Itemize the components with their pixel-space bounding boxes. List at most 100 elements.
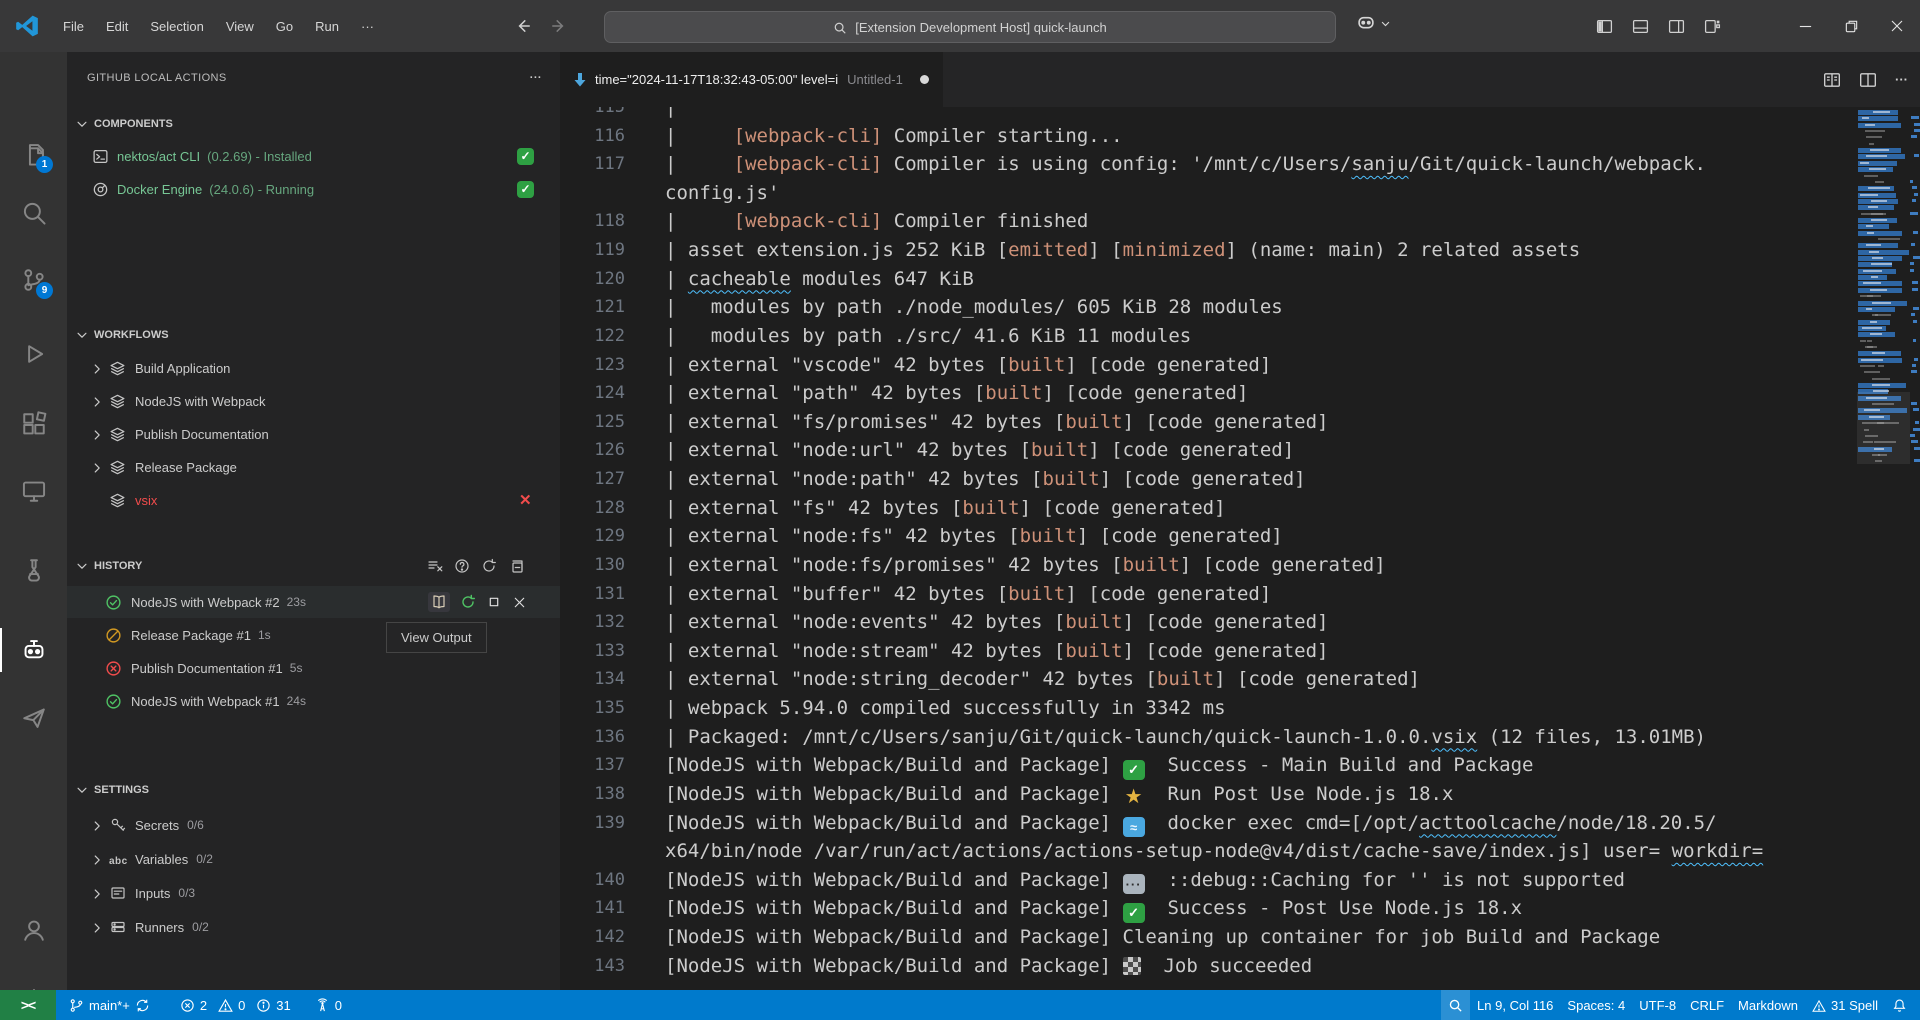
activitybar-search-icon[interactable] xyxy=(0,189,67,237)
menu-edit[interactable]: Edit xyxy=(95,13,139,40)
activitybar-paper-plane-icon[interactable] xyxy=(0,694,67,742)
component-item[interactable]: nektos/act CLI(0.2.69) - Installed✓ xyxy=(67,141,560,171)
layers-icon xyxy=(109,425,126,442)
minimap-slider[interactable] xyxy=(1857,392,1910,464)
history-refresh-icon[interactable] xyxy=(481,558,497,574)
workflow-error-x-icon[interactable]: ✕ xyxy=(519,491,532,509)
line-text: | cacheable modules 647 KiB xyxy=(665,265,974,294)
modified-dot-icon[interactable] xyxy=(920,75,929,84)
split-editor-icon[interactable] xyxy=(1859,71,1877,89)
history-help-icon[interactable] xyxy=(454,558,470,574)
editor-line: 118| [webpack-cli] Compiler finished xyxy=(560,207,1920,236)
component-item[interactable]: Docker Engine(24.0.6) - Running✓ xyxy=(67,174,560,204)
open-preview-icon[interactable] xyxy=(1823,71,1841,89)
section-header-components[interactable]: COMPONENTS xyxy=(67,112,560,136)
settings-count: 0/3 xyxy=(178,886,195,900)
menu-selection[interactable]: Selection xyxy=(139,13,214,40)
go-forward-icon[interactable] xyxy=(550,17,568,35)
go-back-icon[interactable] xyxy=(514,17,532,35)
activitybar-github-local-actions-robot-icon[interactable] xyxy=(0,626,67,674)
component-checked-checkbox[interactable]: ✓ xyxy=(517,181,534,198)
spell-checker-status[interactable]: 31 Spell xyxy=(1805,990,1885,1020)
workflow-item[interactable]: vsix✕ xyxy=(67,485,560,515)
branch-status-item[interactable]: main*+ xyxy=(62,990,157,1020)
editor-pane[interactable]: 115|116| [webpack-cli] Compiler starting… xyxy=(560,107,1920,990)
section-header-workflows[interactable]: WORKFLOWS xyxy=(67,323,560,347)
more-actions-icon[interactable]: ··· xyxy=(1895,72,1908,87)
eol-sequence[interactable]: CRLF xyxy=(1683,990,1731,1020)
section-header-history[interactable]: HISTORY xyxy=(67,554,560,578)
line-number: 142 xyxy=(560,923,625,952)
chevron-right-icon[interactable] xyxy=(90,393,106,409)
activitybar-extensions-icon[interactable] xyxy=(0,400,67,448)
activitybar-testing-flask-icon[interactable] xyxy=(0,546,67,594)
settings-item-variables[interactable]: abcVariables0/2 xyxy=(67,844,560,874)
remote-indicator[interactable]: >< xyxy=(0,990,56,1020)
history-collapse-all-icon[interactable] xyxy=(508,558,524,574)
line-number: 115 xyxy=(560,107,625,122)
title-bar: FileEditSelectionViewGoRun··· [Extension… xyxy=(0,0,1920,52)
chevron-right-icon[interactable] xyxy=(90,459,106,475)
settings-item-inputs[interactable]: Inputs0/3 xyxy=(67,878,560,908)
close-icon[interactable] xyxy=(1874,0,1920,52)
dismiss-x-icon[interactable] xyxy=(512,594,527,610)
notifications-bell-icon[interactable] xyxy=(1885,990,1914,1020)
menu-overflow-icon[interactable]: ··· xyxy=(350,13,385,40)
tab-untitled-1[interactable]: time="2024-11-17T18:32:43-05:00" level=i… xyxy=(560,52,944,107)
settings-item-runners[interactable]: Runners0/2 xyxy=(67,912,560,942)
problems-status-item[interactable]: 2 0 31 xyxy=(173,990,298,1020)
toggle-primary-sidebar-icon[interactable] xyxy=(1596,17,1613,34)
vscode-logo-icon xyxy=(14,13,40,39)
rerun-icon[interactable] xyxy=(460,594,476,611)
menu-run[interactable]: Run xyxy=(304,13,350,40)
restore-icon[interactable] xyxy=(1828,0,1874,52)
activitybar-source-control-icon[interactable]: 9 xyxy=(0,256,67,304)
overview-ruler[interactable] xyxy=(1910,107,1920,990)
chevron-right-icon[interactable] xyxy=(90,426,106,442)
line-number: 127 xyxy=(560,465,625,494)
customize-layout-icon[interactable] xyxy=(1704,17,1721,34)
minimap[interactable] xyxy=(1857,107,1910,990)
menu-go[interactable]: Go xyxy=(265,13,304,40)
activitybar-remote-explorer-icon[interactable] xyxy=(0,467,67,515)
quick-launch-status-icon[interactable] xyxy=(1441,990,1470,1020)
view-output-book-icon[interactable] xyxy=(428,592,450,613)
component-checked-checkbox[interactable]: ✓ xyxy=(517,148,534,165)
section-header-settings[interactable]: SETTINGS xyxy=(67,778,560,802)
language-mode[interactable]: Markdown xyxy=(1731,990,1805,1020)
line-text: | [webpack-cli] Compiler starting... xyxy=(665,122,1123,151)
history-item[interactable]: NodeJS with Webpack #223s xyxy=(67,586,560,618)
workflow-item[interactable]: Release Package xyxy=(67,452,560,482)
chevron-right-icon[interactable] xyxy=(90,885,106,901)
stop-icon[interactable] xyxy=(486,594,502,611)
history-item[interactable]: Publish Documentation #15s xyxy=(67,652,560,684)
history-item[interactable]: NodeJS with Webpack #124s xyxy=(67,685,560,717)
chevron-right-icon[interactable] xyxy=(90,360,106,376)
activitybar-account-icon[interactable] xyxy=(0,906,67,954)
command-center-search[interactable]: [Extension Development Host] quick-launc… xyxy=(604,11,1336,43)
chevron-right-icon[interactable] xyxy=(90,919,106,935)
activitybar-run-and-debug-icon[interactable] xyxy=(0,330,67,378)
encoding[interactable]: UTF-8 xyxy=(1632,990,1683,1020)
settings-item-secrets[interactable]: Secrets0/6 xyxy=(67,810,560,840)
minimize-icon[interactable] xyxy=(1782,0,1828,52)
menu-view[interactable]: View xyxy=(215,13,265,40)
cursor-position[interactable]: Ln 9, Col 116 xyxy=(1470,990,1560,1020)
line-text: [NodeJS with Webpack/Build and Package] … xyxy=(665,923,1660,952)
sidebar-more-actions-icon[interactable]: ··· xyxy=(530,72,542,84)
indentation[interactable]: Spaces: 4 xyxy=(1560,990,1632,1020)
chevron-right-icon[interactable] xyxy=(90,817,106,833)
workflow-item[interactable]: Publish Documentation xyxy=(67,419,560,449)
menu-file[interactable]: File xyxy=(52,13,95,40)
activitybar-explorer-icon[interactable]: 1 xyxy=(0,130,67,178)
toggle-panel-icon[interactable] xyxy=(1632,17,1649,34)
radio-tower-status-item[interactable]: 0 xyxy=(308,990,349,1020)
editor-line: 142 [NodeJS with Webpack/Build and Packag… xyxy=(560,923,1920,952)
toggle-secondary-sidebar-icon[interactable] xyxy=(1668,17,1685,34)
workflow-item[interactable]: NodeJS with Webpack xyxy=(67,386,560,416)
history-clear-history-icon[interactable] xyxy=(427,558,443,574)
line-number: 125 xyxy=(560,408,625,437)
copilot-button[interactable] xyxy=(1356,12,1391,32)
workflow-item[interactable]: Build Application xyxy=(67,353,560,383)
chevron-right-icon[interactable] xyxy=(90,851,106,867)
